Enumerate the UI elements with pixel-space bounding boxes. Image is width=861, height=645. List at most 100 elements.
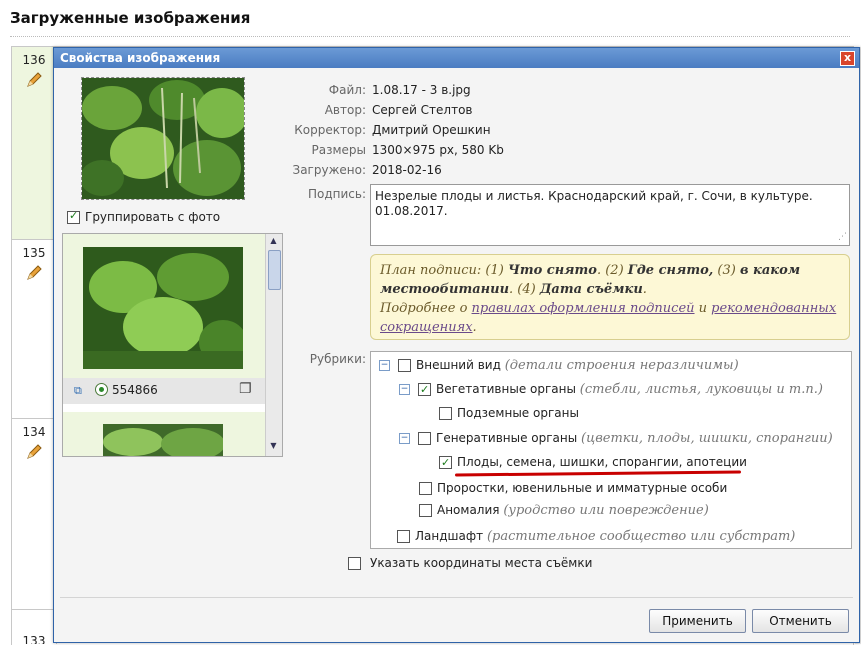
list-row-135: 135: [12, 240, 57, 418]
rubric-row[interactable]: Ландшафт (растительное сообщество или су…: [397, 527, 795, 545]
rubric-checkbox[interactable]: [397, 530, 410, 543]
hint-text: План подписи: (1): [380, 263, 508, 278]
group-with-photo-checkbox[interactable]: [67, 209, 80, 224]
hint-bold: Что снято: [507, 263, 597, 278]
hint-text: Подробнее о: [380, 301, 472, 316]
group-with-photo-label: Группировать с фото: [85, 210, 221, 224]
close-icon[interactable]: x: [840, 51, 855, 66]
copy-icon[interactable]: ❐: [239, 381, 252, 397]
row-number: 134: [22, 425, 46, 439]
size-value: 1300×975 px, 580 Kb: [372, 143, 504, 157]
hint-text: . (4): [509, 282, 540, 297]
edit-pencil-icon[interactable]: [25, 71, 43, 89]
open-external-icon[interactable]: ⧉: [74, 384, 82, 398]
hint-text: (3): [713, 263, 740, 278]
dialog-titlebar[interactable]: Свойства изображения: [54, 48, 859, 68]
primary-photo-radio[interactable]: [95, 383, 108, 396]
caption-textarea[interactable]: Незрелые плоды и листья. Краснодарский к…: [370, 184, 850, 246]
caption-rules-link[interactable]: правилах оформления подписей: [472, 301, 695, 316]
author-label: Автор:: [324, 103, 366, 117]
row-number: 136: [22, 53, 46, 67]
rubric-label: Плоды, семена, шишки, спорангии, апотеци…: [457, 455, 747, 469]
author-value: Сергей Стелтов: [372, 103, 473, 117]
collapse-icon[interactable]: −: [379, 360, 390, 371]
rubric-note: (стебли, листья, луковицы и т.п.): [579, 382, 823, 397]
rubric-row[interactable]: Подземные органы: [439, 404, 579, 422]
caption-label: Подпись:: [307, 187, 366, 201]
rubric-label: Ландшафт: [415, 529, 484, 543]
group-with-photo-option[interactable]: Группировать с фото: [67, 209, 221, 224]
scroll-thumb[interactable]: [268, 250, 281, 290]
caption-hint-box: План подписи: (1) Что снято. (2) Где сня…: [370, 254, 850, 340]
rubric-label: Подземные органы: [457, 406, 579, 420]
rubric-note: (детали строения неразличимы): [504, 358, 739, 373]
file-value: 1.08.17 - 3 в.jpg: [372, 83, 471, 97]
rubric-checkbox[interactable]: [398, 359, 411, 372]
rubric-row[interactable]: Проростки, ювенильные и имматурные особи: [419, 479, 727, 497]
edit-pencil-icon[interactable]: [25, 443, 43, 461]
rubric-row[interactable]: − Внешний вид (детали строения неразличим…: [379, 356, 739, 374]
grouped-photo-thumbnail[interactable]: [83, 247, 243, 369]
file-label: Файл:: [328, 83, 366, 97]
rubric-note: (растительное сообщество или субстрат): [486, 529, 796, 544]
rubric-label: Проростки, ювенильные и имматурные особи: [437, 481, 728, 495]
uploaded-label: Загружено:: [292, 163, 367, 177]
page-title: Загруженные изображения: [10, 9, 251, 27]
rubric-row[interactable]: Плоды, семена, шишки, спорангии, апотеци…: [439, 453, 747, 472]
uploaded-value: 2018-02-16: [372, 163, 442, 177]
list-scrollbar[interactable]: ▲ ▼: [265, 234, 282, 456]
rubric-checkbox[interactable]: [418, 381, 431, 399]
editor-value: Дмитрий Орешкин: [372, 123, 491, 137]
edit-pencil-icon[interactable]: [25, 264, 43, 282]
hint-text: . (2): [596, 263, 628, 278]
grouped-photo-thumbnail[interactable]: [103, 424, 223, 457]
editor-label: Корректор:: [294, 123, 366, 137]
photo-id: 554866: [112, 383, 158, 397]
cancel-button[interactable]: Отменить: [752, 609, 849, 633]
rubric-checkbox[interactable]: [419, 482, 432, 495]
scroll-down-icon[interactable]: ▼: [268, 441, 279, 451]
grouped-photos-list[interactable]: ⧉ 554866 ❐ ▲ ▼: [62, 233, 283, 457]
image-properties-dialog: Свойства изображения x Группировать с фо…: [53, 47, 860, 643]
coordinates-checkbox[interactable]: [348, 557, 361, 570]
hint-text: .: [642, 282, 647, 297]
grouped-photo-card[interactable]: [63, 412, 265, 457]
rubric-row[interactable]: − Вегетативные органы (стебли, листья, лу…: [399, 380, 823, 399]
rubric-checkbox[interactable]: [439, 407, 452, 420]
rubric-label: Аномалия: [437, 503, 500, 517]
collapse-icon[interactable]: −: [399, 384, 410, 395]
list-row-134: 134: [12, 419, 57, 609]
rubric-row[interactable]: − Генеративные органы (цветки, плоды, шиш…: [399, 429, 833, 447]
dialog-title: Свойства изображения: [60, 51, 221, 65]
collapse-icon[interactable]: −: [399, 433, 410, 444]
rubric-checkbox[interactable]: [419, 504, 432, 517]
rubric-note: (цветки, плоды, шишки, спорангии): [581, 431, 833, 446]
grouped-photo-card[interactable]: [63, 234, 265, 386]
footer-divider: [60, 597, 853, 598]
hint-text: и: [694, 301, 712, 316]
list-row-136: 136: [12, 47, 57, 239]
resize-grip-icon[interactable]: ⋰: [838, 230, 847, 245]
scroll-up-icon[interactable]: ▲: [268, 236, 279, 246]
apply-button[interactable]: Применить: [649, 609, 746, 633]
rubric-note: (уродство или повреждение): [503, 503, 709, 518]
list-row-133: 133: [12, 610, 57, 644]
highlight-underline: [454, 470, 742, 477]
row-number: 133: [22, 634, 46, 644]
rubric-checkbox[interactable]: [418, 432, 431, 445]
coordinates-option[interactable]: Указать координаты места съёмки: [348, 556, 592, 570]
size-label: Размеры: [311, 143, 367, 157]
coordinates-label: Указать координаты места съёмки: [370, 556, 593, 570]
title-divider: [10, 36, 850, 37]
hint-bold: Где снято,: [627, 263, 714, 278]
rubrics-label: Рубрики:: [309, 352, 366, 366]
rubrics-tree[interactable]: − Внешний вид (детали строения неразличим…: [370, 351, 852, 549]
hint-text: .: [472, 320, 477, 335]
row-number: 135: [22, 246, 46, 260]
rubric-label: Вегетативные органы: [436, 382, 576, 396]
main-image-thumbnail[interactable]: [80, 77, 248, 200]
rubric-row[interactable]: Аномалия (уродство или повреждение): [419, 501, 709, 519]
radio-dot: [99, 387, 104, 392]
rubric-checkbox[interactable]: [439, 454, 452, 472]
rubric-label: Генеративные органы: [436, 431, 578, 445]
